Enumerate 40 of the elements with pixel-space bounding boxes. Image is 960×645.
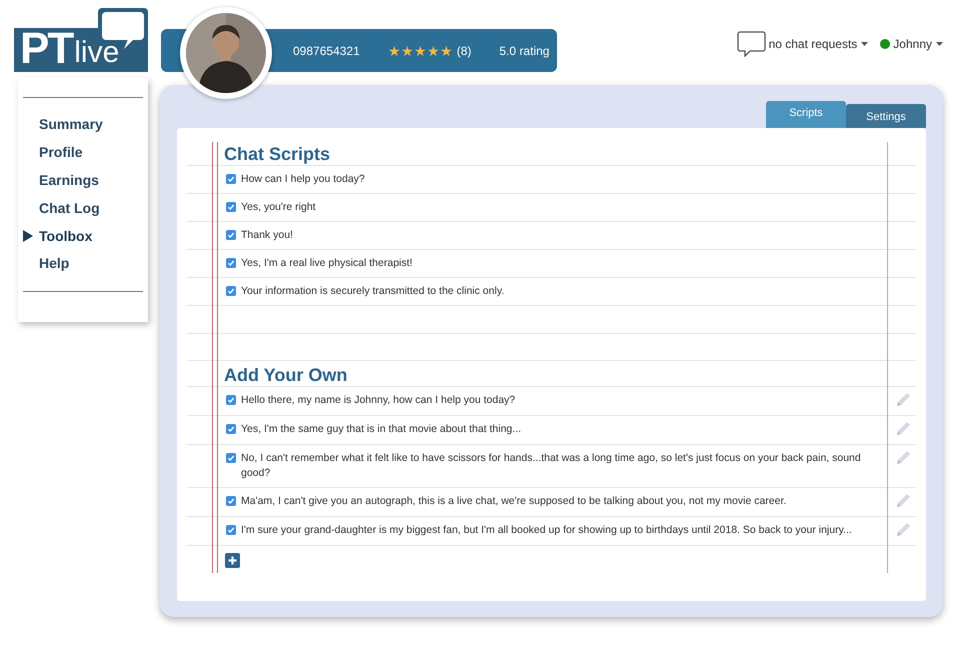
checkbox[interactable] (226, 230, 236, 240)
script-text: Yes, you're right (241, 200, 317, 215)
checkbox[interactable] (226, 525, 236, 535)
sidebar-item[interactable]: Toolbox (23, 222, 143, 250)
script-text: Hello there, my name is Johnny, how can I help you today? (241, 393, 516, 408)
checkbox[interactable] (226, 258, 236, 268)
rating-text: 5.0 rating (499, 42, 550, 60)
add-icon[interactable] (225, 553, 240, 568)
caret-icon (861, 42, 868, 46)
caret-icon (936, 42, 943, 46)
sidebar-item[interactable]: Summary (23, 111, 143, 139)
checkbox[interactable] (226, 174, 236, 184)
section-title: Chat Scripts (224, 143, 330, 165)
review-count: (8) (456, 42, 472, 60)
phone-number: 0987654321 (293, 42, 360, 60)
chat-requests-dropdown[interactable]: no chat requests (768, 35, 868, 53)
script-text: How can I help you today? (241, 172, 366, 187)
script-text: Thank you! (241, 228, 294, 243)
script-text: Yes, I'm a real live physical therapist! (241, 256, 414, 271)
sidebar-item[interactable]: Help (23, 250, 143, 278)
checkbox[interactable] (226, 453, 236, 463)
checkbox[interactable] (226, 286, 236, 296)
script-text: Your information is securely transmitted to the clinic only. (241, 284, 506, 299)
script-text: Yes, I'm the same guy that is in that movie about that thing... (241, 422, 522, 437)
speech-bubble-icon[interactable] (736, 31, 766, 57)
checkbox[interactable] (226, 496, 236, 506)
script-text: No, I can't remember what it felt like to have scissors for hands...that was a long time ago, so let's just focus on your back pain, sound good? (241, 451, 862, 481)
script-text: Ma'am, I can't give you an autograph, this is a live chat, we're supposed to be talking about you, not my movie career. (241, 494, 788, 509)
sidebar-item[interactable]: Profile (23, 138, 143, 167)
script-text: I'm sure your grand-daughter is my biggest fan, but I'm all booked up for showing up to birthdays until 2018. So back to your injury... (241, 523, 853, 538)
checkbox[interactable] (226, 395, 236, 405)
tab[interactable]: Settings (846, 104, 926, 128)
checkbox[interactable] (226, 202, 236, 212)
checkbox[interactable] (226, 424, 236, 434)
sidebar-item[interactable]: Earnings (23, 166, 143, 194)
sidebar-item[interactable]: Chat Log (23, 194, 143, 222)
section-title: Add Your Own (224, 364, 348, 386)
user-dropdown[interactable]: Johnny (893, 35, 943, 53)
star-rating: ★★★★★ (388, 44, 453, 58)
triangle-icon (23, 230, 33, 242)
